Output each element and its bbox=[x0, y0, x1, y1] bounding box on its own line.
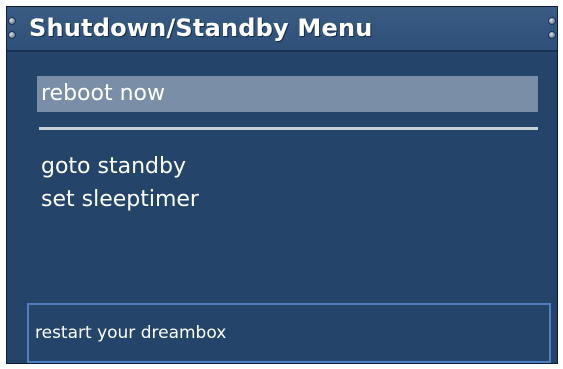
menu-separator bbox=[39, 127, 538, 130]
menu-item-set-sleeptimer[interactable]: set sleeptimer bbox=[37, 182, 199, 218]
menu-item-goto-standby[interactable]: goto standby bbox=[37, 149, 186, 185]
screw-icon bbox=[8, 31, 16, 39]
menu-item-reboot-now[interactable]: reboot now bbox=[37, 76, 538, 112]
menu-list: reboot now goto standby set sleeptimer bbox=[7, 52, 557, 300]
status-description: restart your dreambox bbox=[35, 323, 227, 343]
status-bar: restart your dreambox bbox=[27, 303, 551, 363]
shutdown-standby-window: Shutdown/Standby Menu reboot now goto st… bbox=[6, 6, 558, 364]
title-bar: Shutdown/Standby Menu bbox=[7, 7, 557, 52]
screw-icon bbox=[8, 17, 16, 25]
screw-icon bbox=[548, 31, 556, 39]
window-title: Shutdown/Standby Menu bbox=[29, 14, 373, 42]
screw-icon bbox=[548, 17, 556, 25]
